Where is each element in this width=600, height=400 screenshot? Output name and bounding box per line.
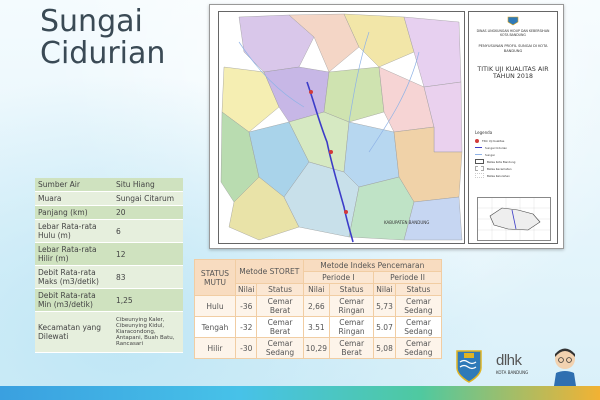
legend-swatch	[475, 138, 479, 143]
legend-item: Sungai Cidurian	[475, 145, 507, 150]
map-canvas: KABUPATEN BANDUNG	[218, 11, 465, 244]
cell-p2-nilai: 5.07	[373, 316, 396, 338]
table-row: Kecamatan yang Dilewati Cibeunying Kaler,…	[35, 311, 183, 353]
info-value: 1,25	[113, 288, 183, 312]
legend-item: Sungai	[475, 152, 495, 157]
inset-map-svg	[478, 198, 550, 240]
subheader-status: Status	[394, 283, 443, 296]
dlhk-logo-text: dlhk	[496, 352, 522, 369]
river-info-table: Sumber Air Situ Hiang Muara Sungai Citarum…	[35, 178, 183, 353]
legend-title: Legenda	[475, 130, 493, 135]
cell-p1-nilai: 10,29	[302, 337, 331, 359]
table-row: Hilir -30 Cemar Sedang 10,29 Cemar Berat…	[194, 337, 443, 359]
info-value: Sungai Citarum	[113, 191, 183, 206]
cell-storet-status: Cemar Berat	[256, 295, 304, 317]
bandung-city-emblem-icon	[456, 350, 482, 383]
row-label: Hulu	[194, 295, 236, 317]
table-row: Tengah -32 Cemar Berat 3.51 Cemar Ringan…	[194, 316, 443, 338]
header-ip: Metode Indeks Pencemaran	[302, 259, 443, 272]
cell-storet-status: Cemar Sedang	[256, 337, 304, 359]
cell-storet-status: Cemar Berat	[256, 316, 304, 338]
title-line-2: Cidurian	[40, 36, 166, 71]
map-title-text: TITIK UJI KUALITAS AIR TAHUN 2018	[477, 66, 549, 80]
map-figure: KABUPATEN BANDUNG DINAS LINGKUNGAN HIDUP…	[209, 4, 564, 249]
info-label: Kecamatan yang Dilewati	[35, 311, 113, 353]
table-row: Debit Rata-rata Maks (m3/detik) 83	[35, 265, 183, 289]
row-label: Tengah	[194, 316, 236, 338]
info-label: Debit Rata-rata Min (m3/detik)	[35, 288, 113, 312]
table-row: Lebar Rata-rata Hulu (m) 6	[35, 219, 183, 243]
table-row: Muara Sungai Citarum	[35, 191, 183, 206]
dlhk-logo: dlhk KOTA BANDUNG	[496, 352, 544, 386]
cell-p2-nilai: 5,08	[373, 337, 396, 359]
inset-map	[477, 197, 551, 241]
info-value: 6	[113, 219, 183, 243]
legend-item: Batas Kelurahan	[475, 173, 510, 178]
map-agency-text: DINAS LINGKUNGAN HIDUP DAN KEBERSIHAN KO…	[476, 29, 550, 37]
table-row: Panjang (km) 20	[35, 205, 183, 220]
header-status-mutu: STATUS MUTU	[194, 259, 236, 296]
subheader-nilai: Nilai	[373, 283, 396, 296]
footer-wave-bar	[0, 386, 600, 400]
cell-storet-nilai: -32	[234, 316, 258, 338]
mascot-character-icon	[554, 348, 576, 386]
cell-p1-status: Cemar Berat	[329, 337, 375, 359]
legend-swatch	[475, 173, 484, 178]
legend-swatch	[475, 146, 482, 149]
header-period-2: Periode II	[373, 271, 442, 284]
table-row: Lebar Rata-rata Hilir (m) 12	[35, 242, 183, 266]
table-row: Debit Rata-rata Min (m3/detik) 1,25	[35, 288, 183, 312]
info-value: Cibeunying Kaler, Cibeunying Kidul, Kiar…	[113, 311, 183, 353]
legend-item: Titik Uji Kualitas	[475, 138, 504, 143]
page-title: Sungai Cidurian	[40, 6, 165, 70]
info-label: Panjang (km)	[35, 205, 113, 220]
legend-item: Batas Kecamatan	[475, 166, 511, 171]
cell-p2-nilai: 5,73	[373, 295, 396, 317]
row-label: Hilir	[194, 337, 236, 359]
info-label: Debit Rata-rata Maks (m3/detik)	[35, 265, 113, 289]
water-quality-table: STATUS MUTU Metode STORET Metode Indeks …	[194, 259, 443, 359]
map-project-text: PENYUSUNAN PROFIL SUNGAI DI KOTA BANDUNG	[478, 44, 548, 53]
city-emblem-icon	[507, 16, 519, 26]
legend-swatch	[475, 154, 482, 155]
subheader-status: Status	[256, 283, 304, 296]
info-label: Lebar Rata-rata Hilir (m)	[35, 242, 113, 266]
info-label: Muara	[35, 191, 113, 206]
map-sidebar: DINAS LINGKUNGAN HIDUP DAN KEBERSIHAN KO…	[468, 11, 558, 244]
map-region-label: KABUPATEN BANDUNG	[384, 220, 429, 225]
subheader-nilai: Nilai	[302, 283, 331, 296]
dlhk-logo-caption: KOTA BANDUNG	[496, 370, 529, 375]
cell-p1-nilai: 2,66	[302, 295, 331, 317]
cell-p2-status: Cemar Sedang	[394, 295, 443, 317]
info-label: Lebar Rata-rata Hulu (m)	[35, 219, 113, 243]
cell-p2-status: Cemar Sedang	[394, 316, 443, 338]
table-row: Hulu -36 Cemar Berat 2,66 Cemar Ringan 5…	[194, 295, 443, 317]
subheader-nilai: Nilai	[234, 283, 258, 296]
legend-item: Batas Kota Bandung	[475, 159, 515, 164]
cell-p1-nilai: 3.51	[302, 316, 331, 338]
info-value: 20	[113, 205, 183, 220]
info-value: 12	[113, 242, 183, 266]
table-row: Sumber Air Situ Hiang	[35, 178, 183, 192]
info-value: Situ Hiang	[113, 178, 183, 192]
cell-storet-nilai: -36	[234, 295, 258, 317]
info-label: Sumber Air	[35, 178, 113, 192]
legend-swatch	[475, 166, 484, 171]
cell-p1-status: Cemar Ringan	[329, 316, 375, 338]
cell-storet-nilai: -30	[234, 337, 258, 359]
title-line-1: Sungai	[40, 4, 143, 39]
subheader-status: Status	[329, 283, 375, 296]
district-map: KABUPATEN BANDUNG	[219, 12, 464, 243]
cell-p2-status: Cemar Sedang	[394, 337, 443, 359]
header-period-1: Periode I	[302, 271, 375, 284]
cell-p1-status: Cemar Ringan	[329, 295, 375, 317]
info-value: 83	[113, 265, 183, 289]
header-storet: Metode STORET	[235, 259, 304, 284]
legend-swatch	[475, 159, 484, 164]
